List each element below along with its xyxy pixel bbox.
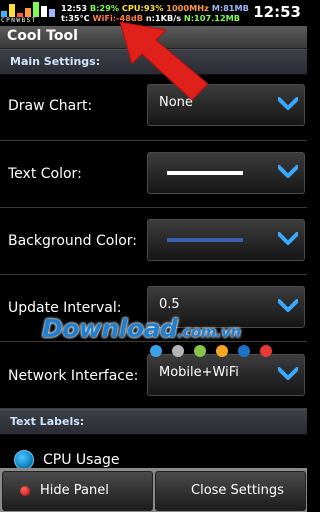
chevron-down-icon: [278, 97, 298, 110]
background-color-label: Background Color:: [8, 233, 137, 249]
download-watermark-logo: Download.com.vn: [42, 314, 241, 343]
status-line-1: 12:53 B:29% CPU:93% 1000MHz M:81MB: [61, 3, 249, 13]
text-color-label: Text Color:: [8, 166, 82, 182]
update-interval-value: 0.5: [159, 297, 180, 312]
main-settings-header-label: Main Settings:: [10, 55, 101, 68]
status-memory: M:81MB: [211, 3, 249, 13]
text-labels-header-label: Text Labels:: [10, 415, 85, 428]
storage-meter-bar: [41, 6, 47, 17]
watermark-dot: [172, 345, 184, 357]
hide-panel-label: Hide Panel: [40, 483, 109, 498]
background-color-spinner[interactable]: [147, 219, 305, 261]
network-interface-value: Mobile+WiFi: [159, 365, 239, 380]
watermark-dot: [260, 345, 272, 357]
watermark-dot: [216, 345, 228, 357]
close-settings-label: Close Settings: [191, 483, 284, 498]
close-settings-button[interactable]: Close Settings: [155, 471, 306, 511]
draw-chart-label: Draw Chart:: [8, 98, 93, 114]
chevron-down-icon: [278, 367, 298, 380]
watermark-main: Download: [42, 314, 178, 343]
chevron-down-icon: [278, 165, 298, 178]
app-title: Cool Tool: [7, 28, 78, 44]
red-arrow-annotation: [119, 21, 209, 101]
setting-row-background-color: Background Color:: [0, 208, 307, 275]
text-labels-header: Text Labels:: [0, 409, 307, 435]
battery-meter-bar: [33, 2, 39, 17]
status-cpu: CPU:93%: [121, 3, 167, 13]
system-meter-bars: CPNWBST: [1, 2, 57, 24]
background-color-swatch: [167, 238, 243, 242]
cpu-usage-radio[interactable]: [14, 450, 34, 470]
text-color-swatch: [167, 171, 243, 175]
meter-letters: CPNWBST: [1, 17, 37, 24]
text-color-spinner[interactable]: [147, 152, 305, 194]
watermark-dot: [238, 345, 250, 357]
chevron-down-icon: [278, 232, 298, 245]
setting-row-text-color: Text Color:: [0, 141, 307, 208]
cpu-usage-label: CPU Usage: [43, 452, 120, 468]
network-interface-spinner[interactable]: Mobile+WiFi: [147, 354, 305, 396]
bottom-button-bar: Hide Panel Close Settings: [0, 468, 307, 512]
watermark-suffix: .com.vn: [177, 323, 241, 341]
status-battery: B:29%: [89, 3, 122, 13]
status-frequency: 1000MHz: [166, 3, 212, 13]
status-temperature: t:35°C: [61, 13, 93, 23]
network-interface-label: Network Interface:: [8, 368, 139, 384]
red-dot-icon: [20, 486, 30, 496]
watermark-dot: [150, 345, 162, 357]
status-clock: 12:53: [253, 3, 301, 21]
process-meter-bar: [9, 4, 15, 17]
hide-panel-button[interactable]: Hide Panel: [2, 471, 153, 511]
watermark-dot: [194, 345, 206, 357]
status-time-small: 12:53: [61, 3, 90, 13]
temperature-meter-bar: [49, 9, 55, 17]
wifi-meter-bar: [25, 8, 31, 17]
chevron-down-icon: [278, 299, 298, 312]
